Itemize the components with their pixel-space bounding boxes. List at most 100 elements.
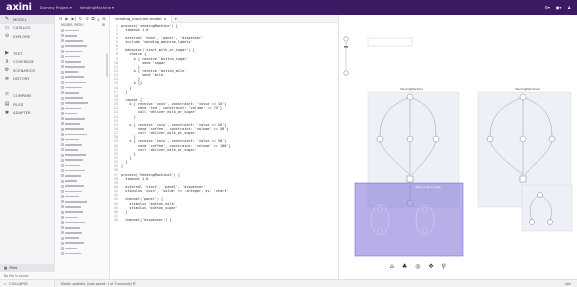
line-text: stimulus 'button_sugar' [121, 205, 178, 210]
zoom-icon[interactable]: ⚲ [441, 263, 445, 270]
play-icon[interactable]: ▶ [65, 16, 68, 21]
file-icon: ▤ [4, 101, 10, 108]
code-area[interactable]: 1 process('vendingMachine') {2 timeout 1.… [111, 23, 338, 223]
file-icon [61, 226, 64, 230]
move-icon[interactable]: ✥ [428, 263, 433, 270]
help-icon[interactable]: ♟ [567, 5, 571, 10]
file-name [65, 102, 89, 105]
nav-item-compare[interactable]: ⤧ COMPARE [0, 91, 54, 100]
status-message: Model updated. (Last saved: 1 of 3 secon… [61, 281, 136, 286]
file-name [65, 71, 79, 73]
nav-item-test[interactable]: ▶ TEST [0, 49, 54, 58]
graph-canvas[interactable]: VendingMachine VendingMachine2 deliver_m… [340, 15, 577, 279]
file-icon [61, 117, 64, 121]
file-icon [61, 163, 64, 167]
zoom-in-icon[interactable] [343, 36, 349, 42]
nav-label: HISTORY [13, 76, 30, 82]
nav-bottom: ▦ Files No file is active «COLLAPSE [0, 264, 55, 287]
nav-item-scenarios[interactable]: ⚙ SCENARIOS [0, 66, 54, 75]
line-text: } [121, 114, 136, 119]
file-name [65, 92, 80, 94]
home-icon[interactable]: ⌂ [390, 263, 394, 270]
editor-tab[interactable]: vending_machine.model × [111, 14, 172, 23]
project-selector[interactable]: Dummy Project ▾ [40, 5, 72, 10]
file-name [65, 45, 88, 47]
file-icon [61, 70, 64, 74]
status-right: Idle [565, 281, 571, 286]
zoom-control[interactable] [343, 36, 349, 76]
nav-item-catalog[interactable]: ▭ CATALOG [0, 24, 54, 33]
copy-icon[interactable]: ⧉ [92, 16, 95, 21]
nav-label: ADAPTER [13, 110, 31, 116]
target-icon[interactable]: ◎ [415, 263, 420, 270]
file-tree-scrollbar[interactable] [106, 53, 108, 77]
file-icon [61, 221, 64, 225]
selection-overlay[interactable] [354, 182, 464, 257]
file-item[interactable] [61, 251, 109, 256]
nav-label: FILES [13, 101, 24, 107]
close-icon[interactable]: × [164, 16, 167, 21]
file-icon [61, 122, 64, 126]
undo-icon[interactable]: ↺ [85, 16, 88, 21]
double-chevron-left-icon: « [4, 281, 7, 286]
graph-node[interactable] [376, 135, 384, 143]
graph-node[interactable] [547, 219, 553, 225]
file-tree-toolbar: ⊟ ▶ ▶| ↻ ↺ ⧉ ⤓ ⊞ [55, 15, 109, 22]
graph-node[interactable] [519, 135, 527, 143]
file-icon [61, 195, 64, 199]
nav-item-explore[interactable]: ⊖ EXPLORE [0, 32, 54, 41]
file-icon [61, 138, 64, 142]
step-icon[interactable]: ▶| [71, 16, 75, 21]
file-name [65, 206, 82, 208]
graph-node[interactable] [537, 192, 543, 198]
file-icon [61, 205, 64, 209]
hierarchy-icon[interactable]: ♣ [402, 263, 407, 270]
code-line[interactable]: 48 channel('dispenser') { [111, 218, 338, 222]
graph-node[interactable] [519, 175, 527, 183]
graph-node[interactable] [406, 93, 414, 101]
chevron-down-icon: ▾ [69, 5, 72, 10]
settings-icon[interactable]: ⚙▾ [544, 5, 550, 10]
graph-node[interactable] [519, 93, 527, 101]
collapse-icon[interactable]: ⊟ [59, 16, 62, 21]
file-name [65, 112, 78, 115]
nav-item-files[interactable]: ▤ FILES [0, 100, 54, 109]
file-icon [61, 127, 64, 131]
file-name [65, 149, 79, 151]
graph-search-box[interactable] [367, 37, 413, 47]
app-logo[interactable]: axini [6, 2, 32, 13]
collapse-button[interactable]: «COLLAPSE [0, 279, 55, 287]
graph-node[interactable] [406, 175, 414, 183]
model-graph-panel[interactable]: VendingMachine VendingMachine2 deliver_m… [340, 15, 577, 279]
graph-node[interactable] [548, 135, 556, 143]
graph-node[interactable] [432, 135, 440, 143]
editor-tab-bar: vending_machine.model × ▾ [111, 14, 338, 23]
zoom-out-icon[interactable] [343, 70, 349, 76]
nav-item-coverage[interactable]: ⊻ COVERAGE [0, 57, 54, 66]
zoom-handle[interactable] [344, 46, 348, 48]
file-icon [61, 132, 64, 136]
graph-node[interactable] [486, 135, 494, 143]
nav-item-adapter[interactable]: ✱ ADAPTER [0, 108, 54, 117]
graph-node[interactable] [406, 135, 414, 143]
refresh-icon[interactable]: ↻ [79, 16, 82, 21]
nav-item-model[interactable]: ✎ MODEL [0, 15, 54, 24]
model-name: VendingMachine [79, 5, 111, 10]
files-toggle[interactable]: ▦ Files [0, 264, 55, 272]
graph-node[interactable] [529, 219, 535, 225]
model-selector[interactable]: VendingMachine ▾ [80, 5, 114, 10]
file-icon [61, 75, 64, 79]
folder-add-icon[interactable]: ⊞ [102, 23, 105, 27]
nav-item-history[interactable]: ≣ HISTORY [0, 75, 54, 84]
grid-icon[interactable]: ⊞ [102, 16, 105, 21]
download-icon[interactable]: ⤓ [97, 16, 99, 21]
files-icon: ▦ [4, 266, 8, 270]
tab-overflow-icon[interactable]: ▾ [172, 16, 180, 21]
collapse-label: COLLAPSE [9, 281, 28, 286]
file-name [65, 252, 82, 255]
file-icon [61, 80, 64, 84]
file-tree-title: MODEL PATH [61, 23, 83, 27]
file-name [65, 237, 80, 239]
file-icon [61, 44, 64, 48]
user-icon[interactable]: ●▾ [556, 5, 562, 10]
